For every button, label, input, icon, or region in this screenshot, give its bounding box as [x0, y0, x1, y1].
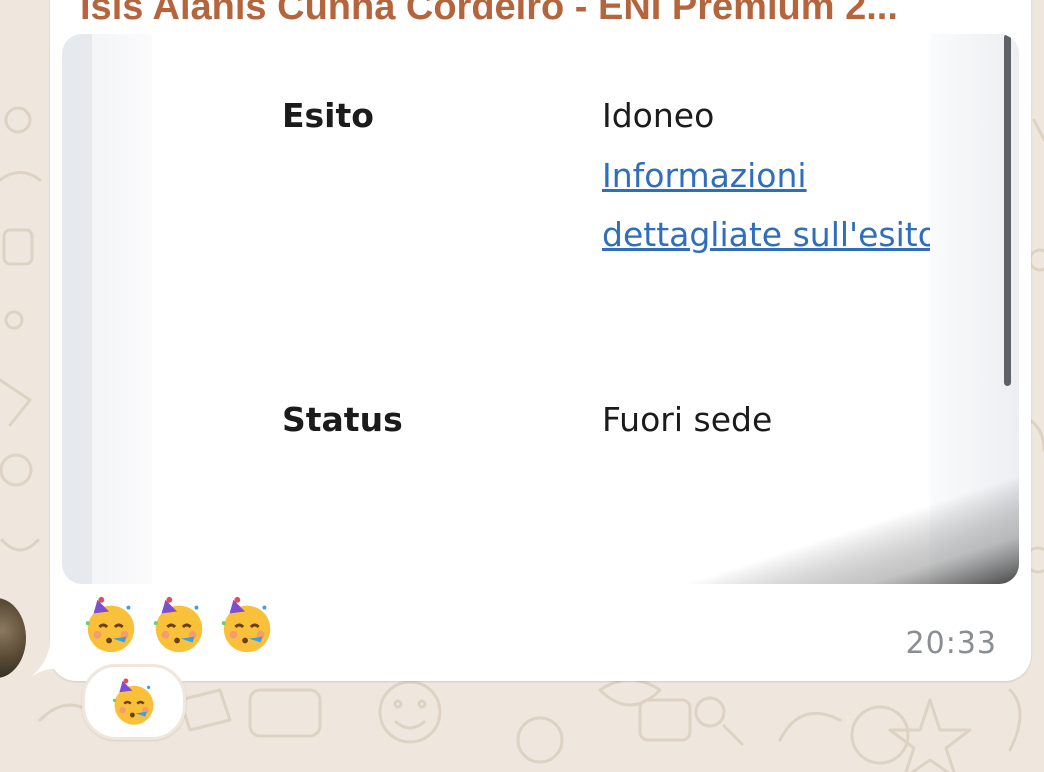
partying-face-icon	[112, 678, 154, 725]
reaction-badge[interactable]	[82, 664, 186, 740]
partying-face-icon	[85, 596, 135, 653]
partying-face-icon	[221, 596, 271, 653]
sender-name[interactable]: Isis Alanis Cunha Cordeiro - ENI Premium…	[80, 0, 898, 30]
image-preview[interactable]: Esito Idoneo Informazioni dettagliate su…	[62, 34, 1019, 584]
bubble-tail	[32, 640, 70, 680]
message-timestamp: 20:33	[905, 626, 997, 661]
partying-face-icon	[153, 596, 203, 653]
preview-corner-shadow	[482, 454, 1019, 584]
message-emoji-row	[80, 594, 278, 656]
